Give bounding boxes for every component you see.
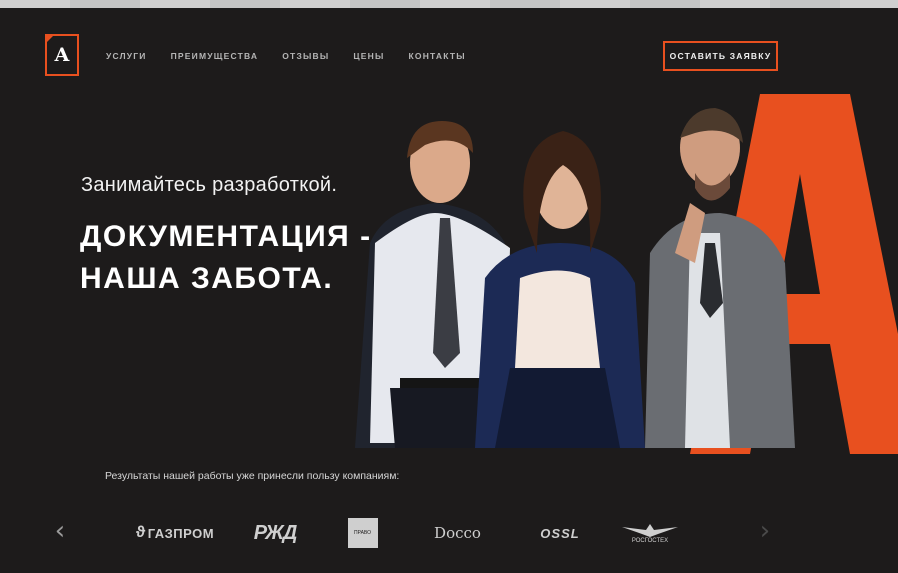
- brand-logo[interactable]: А: [45, 34, 79, 76]
- hero-headline-line1: ДОКУМЕНТАЦИЯ -: [80, 220, 372, 253]
- client-logos-carousel: ϑ ГАЗПРОМ РЖД ПРАВО Docco OSSL РОСГОСТЕХ: [120, 513, 690, 553]
- client-logo-ossl: OSSL: [510, 513, 610, 553]
- client-logo-agency: РОСГОСТЕХ: [610, 513, 690, 553]
- nav-advantages[interactable]: ПРЕИМУЩЕСТВА: [171, 51, 259, 61]
- client-logo-docco-text: Docco: [434, 524, 481, 542]
- client-logo-rzd: РЖД: [230, 513, 320, 553]
- carousel-next-button[interactable]: ›: [754, 514, 776, 548]
- brand-logo-letter: А: [54, 44, 70, 66]
- request-button[interactable]: ОСТАВИТЬ ЗАЯВКУ: [663, 41, 778, 71]
- hero-headline-line2: НАША ЗАБОТА.: [80, 262, 334, 295]
- main-nav: УСЛУГИ ПРЕИМУЩЕСТВА ОТЗЫВЫ ЦЕНЫ КОНТАКТЫ: [106, 51, 466, 61]
- client-logo-ossl-text: OSSL: [540, 525, 580, 541]
- client-logo-pravo: ПРАВО: [320, 513, 405, 553]
- gazprom-flame-icon: ϑ: [135, 524, 146, 541]
- nav-reviews[interactable]: ОТЗЫВЫ: [282, 51, 329, 61]
- carousel-prev-button[interactable]: ‹: [49, 514, 71, 548]
- client-logo-gazprom-text: ГАЗПРОМ: [147, 525, 215, 541]
- hero-headline: ДОКУМЕНТАЦИЯ - НАША ЗАБОТА.: [80, 216, 372, 300]
- nav-contacts[interactable]: КОНТАКТЫ: [409, 51, 466, 61]
- landing-page: А УСЛУГИ ПРЕИМУЩЕСТВА ОТЗЫВЫ ЦЕНЫ КОНТАК…: [0, 8, 898, 573]
- clients-title: Результаты нашей работы уже принесли пол…: [105, 470, 400, 482]
- client-logo-docco: Docco: [405, 513, 510, 553]
- client-logo-agency-text: РОСГОСТЕХ: [631, 538, 669, 544]
- client-logo-rzd-text: РЖД: [253, 521, 298, 544]
- eagle-emblem-icon: [622, 524, 678, 537]
- client-logo-pravo-box: ПРАВО: [347, 518, 378, 548]
- team-photo: [355, 108, 795, 448]
- browser-top-strip: [0, 0, 898, 8]
- hero-tagline: Занимайтесь разработкой.: [81, 174, 338, 196]
- client-logo-gazprom: ϑ ГАЗПРОМ: [120, 513, 230, 553]
- nav-prices[interactable]: ЦЕНЫ: [353, 51, 384, 61]
- nav-services[interactable]: УСЛУГИ: [106, 51, 147, 61]
